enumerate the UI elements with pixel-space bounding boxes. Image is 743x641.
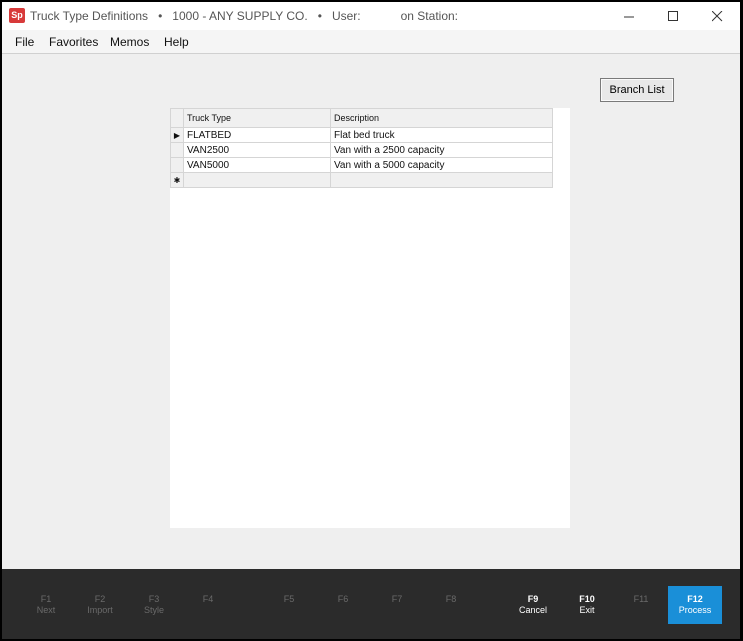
title-screen-name: Truck Type Definitions (30, 9, 149, 23)
table-row[interactable]: ▶ FLATBED Flat bed truck (170, 127, 553, 143)
f3-style-button[interactable]: F3 Style (128, 586, 180, 624)
title-separator: • (317, 9, 322, 23)
row-header[interactable] (170, 157, 184, 173)
description-cell[interactable]: Van with a 5000 capacity (330, 157, 553, 173)
f11-button[interactable]: F11 (615, 586, 667, 624)
column-header-truck-type[interactable]: Truck Type (183, 108, 331, 128)
title-user-label: User: (331, 9, 361, 23)
description-cell[interactable]: Van with a 2500 capacity (330, 142, 553, 158)
description-cell[interactable]: Flat bed truck (330, 127, 553, 143)
new-truck-type-cell[interactable] (183, 172, 331, 188)
truck-type-cell[interactable]: VAN2500 (183, 142, 331, 158)
menu-file[interactable]: File (15, 35, 34, 49)
column-header-description[interactable]: Description (330, 108, 553, 128)
branch-list-button[interactable]: Branch List (600, 78, 674, 102)
new-row[interactable]: ✱ (170, 172, 553, 188)
menu-favorites[interactable]: Favorites (49, 35, 98, 49)
f5-button[interactable]: F5 (263, 586, 315, 624)
f1-next-button[interactable]: F1 Next (20, 586, 72, 624)
f7-button[interactable]: F7 (371, 586, 423, 624)
menu-memos[interactable]: Memos (110, 35, 149, 49)
f10-exit-button[interactable]: F10 Exit (561, 586, 613, 624)
app-logo-icon: Sp (9, 8, 25, 23)
f4-button[interactable]: F4 (182, 586, 234, 624)
function-key-bar: F1 Next F2 Import F3 Style F4 F5 F6 F7 F8 F… (2, 569, 740, 639)
new-description-cell[interactable] (330, 172, 553, 188)
title-separator: • (158, 9, 163, 23)
f9-cancel-button[interactable]: F9 Cancel (507, 586, 559, 624)
f2-import-button[interactable]: F2 Import (74, 586, 126, 624)
title-company: 1000 - ANY SUPPLY CO. (172, 9, 308, 23)
new-row-indicator-icon[interactable]: ✱ (170, 172, 184, 188)
minimize-icon (623, 16, 634, 17)
minimize-button[interactable] (606, 2, 652, 30)
row-header[interactable] (170, 142, 184, 158)
window-title: Truck Type Definitions • 1000 - ANY SUPP… (30, 9, 458, 23)
truck-type-grid-panel: Truck Type Description ▶ FLATBED Flat be… (170, 108, 570, 528)
row-header-corner (170, 108, 184, 128)
title-station-label: on Station: (400, 9, 458, 23)
truck-type-cell[interactable]: VAN5000 (183, 157, 331, 173)
truck-type-grid: Truck Type Description ▶ FLATBED Flat be… (170, 108, 553, 188)
close-icon (711, 10, 722, 21)
menu-help[interactable]: Help (164, 35, 189, 49)
menu-bar: File Favorites Memos Help (2, 30, 740, 54)
close-button[interactable] (694, 2, 740, 30)
table-row[interactable]: VAN2500 Van with a 2500 capacity (170, 142, 553, 158)
table-row[interactable]: VAN5000 Van with a 5000 capacity (170, 157, 553, 173)
title-bar: Sp Truck Type Definitions • 1000 - ANY S… (2, 2, 740, 30)
current-row-indicator-icon[interactable]: ▶ (170, 127, 184, 143)
truck-type-cell[interactable]: FLATBED (183, 127, 331, 143)
f12-process-button[interactable]: F12 Process (668, 586, 722, 624)
maximize-icon (667, 10, 678, 21)
maximize-button[interactable] (650, 2, 696, 30)
app-window: Sp Truck Type Definitions • 1000 - ANY S… (2, 2, 740, 639)
f8-button[interactable]: F8 (425, 586, 477, 624)
grid-header-row: Truck Type Description (170, 108, 553, 128)
f6-button[interactable]: F6 (317, 586, 369, 624)
